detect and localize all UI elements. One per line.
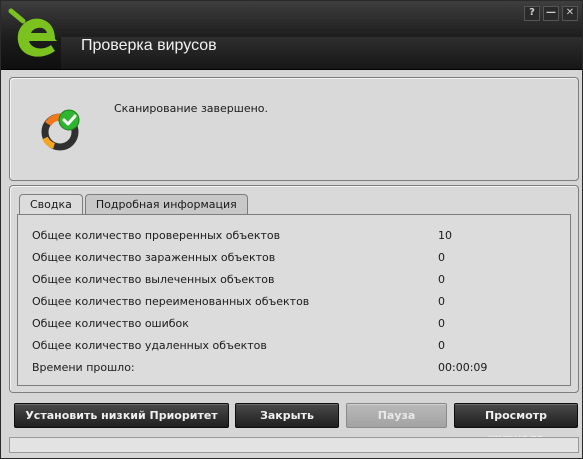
summary-label: Общее количество вылеченных объектов (32, 273, 275, 286)
tab-summary[interactable]: Сводка (19, 194, 83, 215)
summary-value: 10 (438, 229, 452, 242)
summary-row-scanned: Общее количество проверенных объектов 10 (32, 229, 552, 251)
summary-value: 0 (438, 339, 445, 352)
summary-row-renamed: Общее количество переименованных объекто… (32, 295, 552, 317)
results-tabs: Сводка Подробная информация (19, 194, 250, 215)
close-icon[interactable]: ✕ (562, 6, 578, 21)
summary-label: Общее количество проверенных объектов (32, 229, 281, 242)
summary-label: Общее количество ошибок (32, 317, 189, 330)
summary-row-errors: Общее количество ошибок 0 (32, 317, 552, 339)
view-log-button[interactable]: Просмотр журнала (454, 403, 578, 445)
tab-details[interactable]: Подробная информация (84, 194, 248, 214)
summary-label: Общее количество переименованных объекто… (32, 295, 310, 308)
summary-value: 0 (438, 251, 445, 264)
summary-row-infected: Общее количество зараженных объектов 0 (32, 251, 552, 273)
close-button[interactable]: Закрыть (235, 403, 339, 428)
window-controls: ? — ✕ (524, 6, 578, 21)
window-title: Проверка вирусов (81, 37, 217, 54)
scan-progress-bar (9, 437, 579, 453)
app-window: Проверка вирусов ? — ✕ Сканирование заве… (0, 0, 583, 459)
summary-list: Общее количество проверенных объектов 10… (32, 229, 552, 383)
summary-label: Времени прошло: (32, 361, 135, 374)
summary-value: 0 (438, 295, 445, 308)
help-icon[interactable]: ? (524, 6, 540, 21)
summary-row-deleted: Общее количество удаленных объектов 0 (32, 339, 552, 361)
scan-status-text: Сканирование завершено. (114, 102, 269, 115)
summary-value: 0 (438, 273, 445, 286)
summary-label: Общее количество удаленных объектов (32, 339, 267, 352)
title-bar[interactable]: Проверка вирусов ? — ✕ (1, 1, 582, 70)
summary-row-elapsed: Времени прошло: 00:00:09 (32, 361, 552, 383)
status-panel: Сканирование завершено. (9, 77, 579, 181)
summary-value: 00:00:09 (438, 361, 488, 374)
set-low-priority-button[interactable]: Установить низкий Приоритет (14, 403, 229, 428)
scan-complete-icon (41, 109, 80, 151)
summary-label: Общее количество зараженных объектов (32, 251, 276, 264)
eset-logo-icon (8, 8, 57, 57)
summary-row-cleaned: Общее количество вылеченных объектов 0 (32, 273, 552, 295)
minimize-icon[interactable]: — (543, 6, 559, 21)
pause-button[interactable]: Пауза (346, 403, 447, 428)
summary-value: 0 (438, 317, 445, 330)
